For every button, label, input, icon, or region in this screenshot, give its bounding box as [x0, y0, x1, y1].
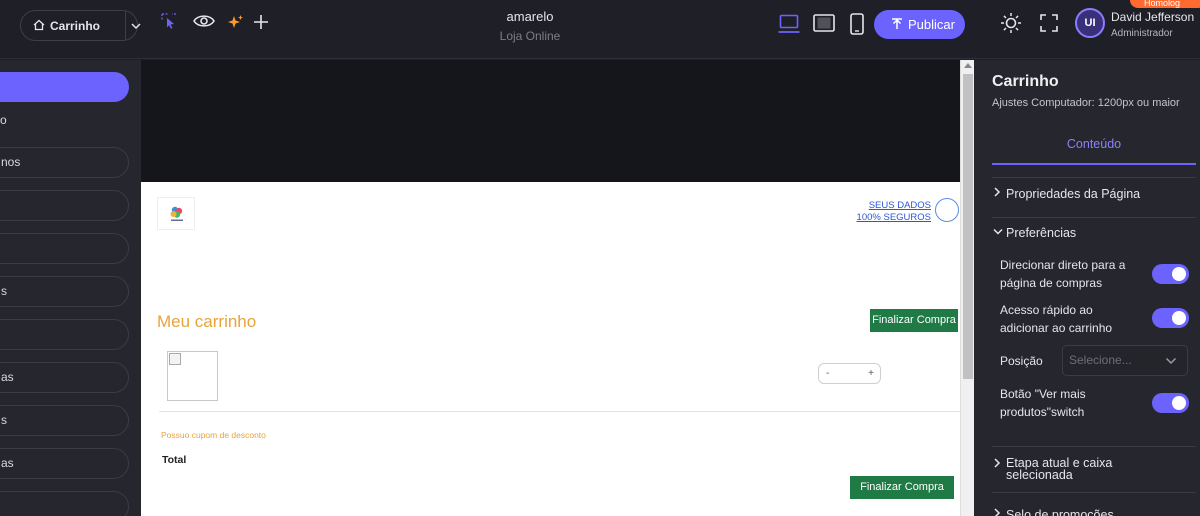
scroll-up-icon[interactable] — [964, 63, 972, 68]
panel-title: Carrinho — [992, 73, 1059, 90]
pref-more-label: Botão "Ver mais produtos"switch — [1000, 385, 1086, 421]
sidebar-item[interactable]: s — [0, 276, 129, 307]
section-stage-line-2: selecionada — [1006, 468, 1073, 482]
page-selector[interactable]: Carrinho — [20, 10, 141, 41]
cart-divider — [159, 411, 960, 412]
app-root: Carrinho amarelo Loja Online Publicar UI… — [0, 0, 1200, 516]
toggle-see-more-products[interactable] — [1152, 393, 1189, 413]
add-icon[interactable] — [253, 14, 269, 30]
section-promo-label: Selo de promoções — [1006, 508, 1114, 516]
sidebar-item-label[interactable]: o — [0, 113, 7, 127]
sidebar-item[interactable]: as — [0, 362, 129, 393]
pref-quick-line-2: adicionar ao carrinho — [1000, 321, 1113, 335]
sidebar-item[interactable] — [0, 190, 129, 221]
tablet-view-icon[interactable] — [813, 14, 835, 32]
theme-toggle-icon[interactable] — [1000, 12, 1022, 34]
publish-button[interactable]: Publicar — [874, 10, 965, 39]
chevron-down-icon — [1165, 357, 1177, 365]
page-selector-divider — [125, 11, 126, 40]
section-preferences-label: Preferências — [1006, 226, 1077, 240]
security-line-2: 100% SEGUROS — [856, 212, 931, 223]
chevron-right-icon — [992, 507, 1006, 516]
checkout-button-top[interactable]: Finalizar Compra — [870, 309, 958, 332]
pref-quick-label: Acesso rápido ao adicionar ao carrinho — [1000, 301, 1112, 337]
mobile-view-icon[interactable] — [850, 13, 864, 35]
user-role: Administrador — [1111, 28, 1173, 39]
panel-subtitle: Ajustes Computador: 1200px ou maior — [992, 97, 1180, 109]
chevron-down-icon — [992, 226, 1006, 240]
publish-label: Publicar — [908, 17, 955, 32]
coupon-link[interactable]: Possuo cupom de desconto — [161, 430, 266, 440]
sidebar-item[interactable]: as — [0, 448, 129, 479]
upload-icon — [892, 18, 902, 29]
position-select[interactable]: Selecione... — [1062, 345, 1188, 376]
security-line-1: SEUS DADOS — [868, 200, 931, 211]
project-name: amarelo — [506, 9, 554, 24]
tab-content[interactable]: Conteúdo — [992, 137, 1196, 151]
section-divider — [992, 446, 1196, 447]
pref-quick-line-1: Acesso rápido ao — [1000, 303, 1093, 317]
page-preview-canvas[interactable]: SEUS DADOS 100% SEGUROS Meu carrinho Fin… — [141, 60, 960, 516]
sidebar-item-active[interactable] — [0, 72, 129, 102]
sidebar-item[interactable] — [0, 491, 129, 516]
section-current-stage-label: Etapa atual e caixa selecionada — [1006, 457, 1112, 482]
pref-more-line-1: Botão "Ver mais — [1000, 387, 1086, 401]
sidebar-item[interactable] — [0, 233, 129, 264]
home-icon — [33, 19, 45, 31]
logo-mark-icon — [170, 206, 183, 221]
pref-direct-line-2: página de compras — [1000, 276, 1103, 290]
section-preferences[interactable]: Preferências — [992, 226, 1076, 240]
chevron-right-icon — [992, 457, 1006, 471]
section-divider — [992, 492, 1196, 493]
pref-direct-line-1: Direcionar direto para a — [1000, 258, 1126, 272]
section-current-stage[interactable]: Etapa atual e caixa selecionada — [992, 457, 1112, 481]
toggle-quick-add-to-cart[interactable] — [1152, 308, 1189, 328]
environment-badge: Homolog — [1130, 0, 1200, 8]
cart-title: Meu carrinho — [157, 312, 257, 331]
section-page-properties[interactable]: Propriedades da Página — [992, 186, 1140, 201]
quantity-stepper[interactable]: - + — [818, 363, 881, 384]
qty-increment-button[interactable]: + — [868, 368, 874, 379]
eye-icon[interactable] — [193, 13, 215, 29]
page-selector-label: Carrinho — [50, 19, 101, 33]
position-select-value: Selecione... — [1069, 353, 1132, 367]
toggle-direct-to-purchase[interactable] — [1152, 264, 1189, 284]
section-divider — [992, 217, 1196, 218]
sidebar-item[interactable]: s — [0, 405, 129, 436]
security-link[interactable]: SEUS DADOS 100% SEGUROS — [857, 200, 931, 224]
select-cursor-icon[interactable] — [160, 12, 178, 30]
product-image[interactable] — [167, 351, 218, 401]
properties-panel: Carrinho Ajustes Computador: 1200px ou m… — [974, 60, 1200, 516]
pref-more-line-2: produtos"switch — [1000, 405, 1085, 419]
checkout-button-bottom[interactable]: Finalizar Compra — [850, 476, 954, 499]
tab-active-indicator — [992, 163, 1196, 165]
section-promo-seal[interactable]: Selo de promoções — [992, 507, 1114, 516]
sparkle-icon[interactable] — [228, 14, 244, 30]
left-sidebar: o nos s as s as — [0, 60, 141, 516]
canvas-scrollbar[interactable] — [960, 60, 974, 516]
hero-banner[interactable] — [141, 60, 960, 182]
project-subtitle: Loja Online — [499, 29, 561, 43]
avatar[interactable]: UI — [1075, 8, 1105, 38]
desktop-view-icon[interactable] — [778, 14, 800, 34]
security-seal-icon — [935, 198, 959, 222]
user-name: David Jefferson — [1111, 10, 1195, 24]
sidebar-item[interactable]: nos — [0, 147, 129, 178]
sidebar-item[interactable] — [0, 319, 129, 350]
qty-decrement-button[interactable]: - — [826, 368, 829, 379]
total-label: Total — [162, 454, 187, 466]
position-label: Posição — [1000, 354, 1043, 368]
chevron-right-icon — [992, 186, 1006, 201]
chevron-down-icon[interactable] — [130, 20, 142, 32]
section-divider — [992, 177, 1196, 178]
fullscreen-icon[interactable] — [1040, 14, 1058, 32]
project-title: amarelo Loja Online — [460, 9, 600, 43]
pref-direct-label: Direcionar direto para a página de compr… — [1000, 256, 1125, 292]
store-logo[interactable] — [157, 197, 195, 230]
section-page-properties-label: Propriedades da Página — [1006, 187, 1141, 201]
top-bar: Carrinho amarelo Loja Online Publicar UI… — [0, 0, 1200, 59]
scrollbar-thumb[interactable] — [963, 74, 973, 379]
